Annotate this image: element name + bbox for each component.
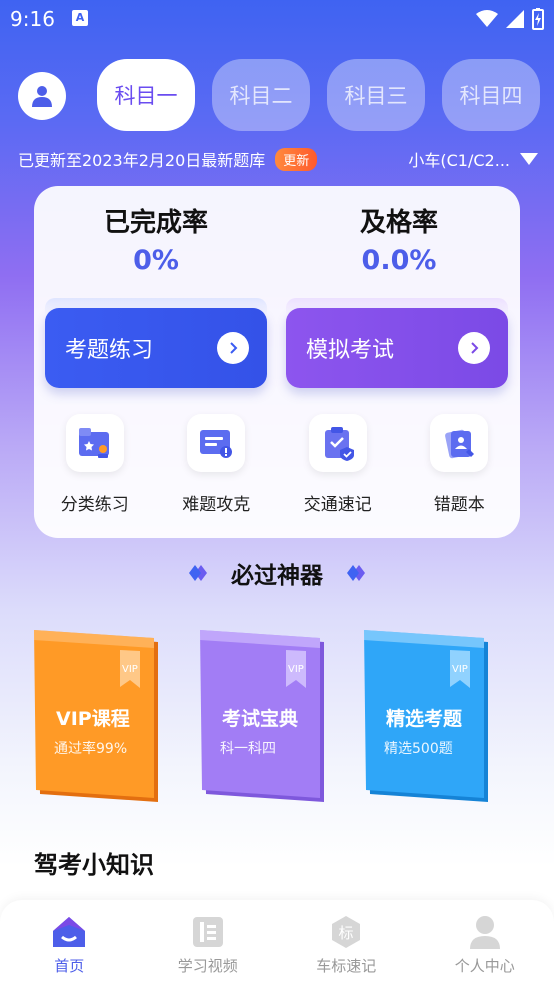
notebook-icon (430, 414, 489, 472)
subject-tabs: 科目一 科目二 科目三 科目四 (97, 59, 540, 131)
car-type-label: 小车(C1/C2... (408, 151, 510, 170)
battery-icon (532, 8, 544, 30)
avatar[interactable] (18, 72, 66, 120)
person-icon (467, 914, 503, 950)
book-exam-guide[interactable]: VIP 考试宝典 科一科四 (200, 628, 326, 802)
bottom-nav: 首页 学习视频 标 车标速记 个人中心 (0, 900, 554, 985)
notification-a-icon: A (72, 10, 88, 26)
user-icon (32, 86, 52, 107)
section-title: 必过神器 (231, 563, 323, 589)
pass-stat: 及格率 0.0% (299, 202, 499, 276)
book-subtitle: 精选500题 (384, 741, 453, 757)
wifi-icon (476, 10, 498, 27)
update-badge[interactable]: 更新 (275, 147, 318, 171)
clipboard-shield-icon (308, 414, 367, 472)
completion-title: 已完成率 (103, 208, 208, 238)
knowledge-title: 驾考小知识 (34, 851, 154, 879)
nav-home[interactable]: 首页 (0, 900, 139, 985)
status-bar: 9:16 A (0, 0, 554, 38)
nav-car-badge[interactable]: 标 车标速记 (277, 900, 416, 985)
tool-hard-questions[interactable]: 难题攻克 (161, 414, 271, 515)
car-type-select[interactable]: 小车(C1/C2... (408, 147, 538, 171)
completion-value: 0% (133, 245, 179, 276)
completion-stat: 已完成率 0% (56, 202, 256, 276)
update-text: 已更新至2023年2月20日最新题库 (18, 151, 266, 170)
tab-subject-4[interactable]: 科目四 (442, 59, 540, 131)
tool-category-practice[interactable]: 分类练习 (40, 414, 150, 515)
book-vip-course[interactable]: VIP VIP课程 通过率99% (34, 628, 160, 802)
book-title: 考试宝典 (222, 708, 299, 730)
book-row: VIP VIP课程 通过率99% VIP 考试宝典 科一科四 VIP 精选考题 … (34, 628, 520, 808)
book-title: 精选考题 (386, 708, 463, 730)
status-time: 9:16 (10, 7, 55, 31)
book-badge: VIP (452, 664, 468, 675)
practice-arrow-icon (217, 332, 249, 364)
warning-card-icon (187, 414, 246, 472)
video-icon (190, 914, 226, 950)
diamond-right-icon (347, 565, 365, 581)
signal-icon (506, 10, 524, 28)
book-subtitle: 通过率99% (54, 741, 128, 757)
tool-label: 分类练习 (60, 495, 129, 515)
nav-label: 首页 (54, 957, 85, 975)
book-badge: VIP (122, 664, 138, 675)
tool-wrong-book[interactable]: 错题本 (404, 414, 514, 515)
nav-profile[interactable]: 个人中心 (416, 900, 554, 985)
book-subtitle: 科一科四 (220, 741, 276, 757)
tool-label: 交通速记 (303, 495, 372, 515)
practice-label: 考题练习 (65, 338, 154, 363)
update-row: 已更新至2023年2月20日最新题库 更新 小车(C1/C2... (18, 145, 538, 173)
exam-arrow-icon (458, 332, 490, 364)
tab-subject-1[interactable]: 科目一 (97, 59, 195, 131)
stats-card: 已完成率 0% 及格率 0.0% 考题练习 模拟考试 分类练习 难题攻克 交通速… (34, 186, 520, 538)
tool-traffic-memo[interactable]: 交通速记 (283, 414, 393, 515)
exam-label: 模拟考试 (306, 338, 395, 363)
status-icons (476, 8, 544, 30)
nav-label: 个人中心 (454, 957, 515, 975)
home-icon (51, 914, 87, 950)
tool-grid: 分类练习 难题攻克 交通速记 错题本 (34, 414, 520, 515)
diamond-left-icon (189, 565, 207, 581)
practice-button[interactable]: 考题练习 (45, 308, 267, 388)
nav-label: 学习视频 (177, 957, 238, 975)
section-header: 必过神器 (0, 556, 554, 590)
book-title: VIP课程 (56, 708, 130, 730)
car-badge-icon: 标 (328, 914, 364, 950)
nav-study-video[interactable]: 学习视频 (139, 900, 278, 985)
mock-exam-button[interactable]: 模拟考试 (286, 308, 508, 388)
pass-title: 及格率 (359, 208, 438, 238)
tool-label: 难题攻克 (182, 495, 251, 515)
pass-value: 0.0% (361, 245, 437, 276)
dropdown-arrow-icon (520, 153, 538, 165)
svg-text:标: 标 (339, 924, 354, 942)
folder-star-icon (65, 414, 124, 472)
nav-label: 车标速记 (316, 957, 377, 975)
book-badge: VIP (288, 664, 304, 675)
tab-subject-3[interactable]: 科目三 (327, 59, 425, 131)
tool-label: 错题本 (433, 495, 485, 515)
tab-subject-2[interactable]: 科目二 (212, 59, 310, 131)
book-selected-questions[interactable]: VIP 精选考题 精选500题 (364, 628, 490, 802)
